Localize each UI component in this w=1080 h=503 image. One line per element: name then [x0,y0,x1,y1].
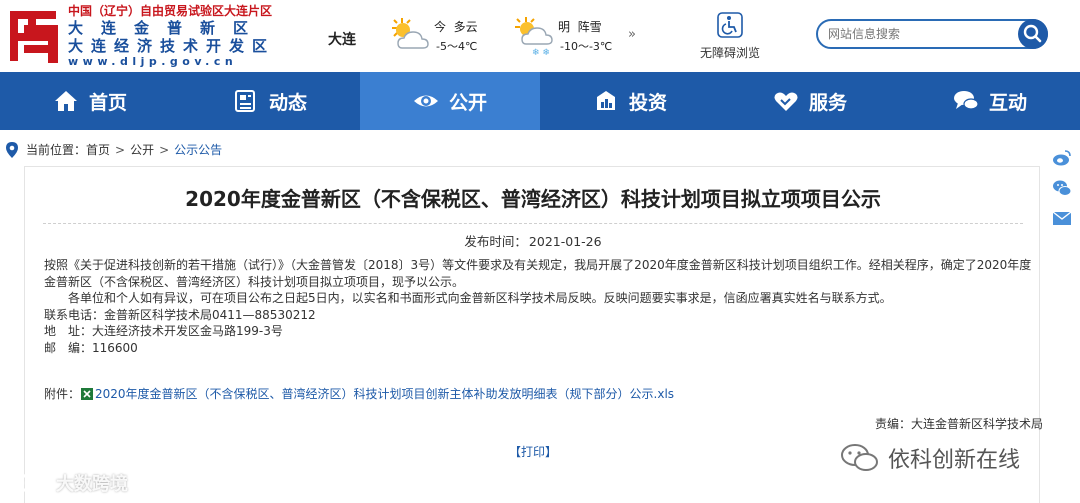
location-pin-icon [6,141,18,158]
nav-interact-label: 互动 [988,91,1027,114]
article-paragraph: 按照《关于促进科技创新的若干措施（试行）》（大金普管发〔2018〕3号）等文件要… [44,258,1032,289]
article-body: 按照《关于促进科技创新的若干措施（试行）》（大金普管发〔2018〕3号）等文件要… [44,257,1034,356]
nav-invest[interactable]: 投资 [540,72,720,130]
contact-postcode: 邮 编：116600 [44,340,138,355]
accessibility-label: 无障碍浏览 [699,46,760,60]
watermark-logo-icon [8,472,46,494]
home-icon [54,91,77,111]
search-input[interactable] [828,25,1018,43]
weather-more-link[interactable]: » [628,27,636,42]
editor-credit: 责编：大连金普新区科学技术局 [874,417,1043,431]
email-icon[interactable] [1052,208,1072,228]
watermark-right-text: 依科创新在线 [888,448,1021,473]
search-button[interactable] [1018,19,1048,49]
weather-city: 大连 [328,32,356,48]
article-title: 2020年度金普新区（不含保税区、普湾经济区）科技计划项目拟立项项目公示 [185,187,881,211]
watermark-left-text: 大数跨境 [56,474,128,495]
watermark-left: 大数跨境 [8,470,128,496]
nav-interact[interactable]: 互动 [900,72,1080,130]
publish-date: 2021-01-26 [528,234,602,249]
snow-shower-icon: ❄ ❄ [515,17,553,56]
publish-label: 发布时间： [464,234,527,249]
weather-tomorrow: ❄ ❄ 明 阵雪 -10～-3℃ [512,14,632,58]
breadcrumb: 当前位置： 首页 > 公开 > 公示公告 [6,141,222,158]
attachment: 附件： 2020年度金普新区（不含保税区、普湾经济区）科技计划项目创新主体补助发… [44,385,674,402]
watermark-right: 依科创新在线 [840,442,1020,474]
handshake-icon [774,92,798,111]
print-link[interactable]: 【打印】 [509,445,557,459]
accessibility-icon [717,12,743,38]
site-url: www.dljp.gov.cn [68,55,238,68]
site-search [816,19,1048,49]
nav-news[interactable]: 动态 [180,72,360,130]
breadcrumb-separator: > [115,142,126,157]
wechat-icon[interactable] [1052,178,1072,198]
weather-tomorrow-temp: -10～-3℃ [560,40,613,53]
breadcrumb-home[interactable]: 首页 [86,141,110,158]
site-name-line2: 大连金普新区 [68,19,267,37]
weather-tomorrow-day: 明 [558,20,571,34]
wechat-logo-icon [841,444,878,471]
site-logo-icon[interactable] [4,5,64,67]
attachment-link[interactable]: 2020年度金普新区（不含保税区、普湾经济区）科技计划项目创新主体补助发放明细表… [95,385,674,402]
nav-home[interactable]: 首页 [0,72,180,130]
nav-invest-label: 投资 [628,91,667,114]
weather-tomorrow-condition: 阵雪 [577,20,602,34]
share-bar [1052,148,1074,238]
attachment-label: 附件： [44,387,81,401]
nav-service-label: 服务 [808,91,847,114]
weather-today: 今 多云 -5～4℃ [388,14,508,58]
site-name-line3: 大连经济技术开发区 [68,37,276,55]
main-nav: 首页 动态 公开 投资 服务 互动 [0,72,1080,130]
contact-phone: 联系电话：金普新区科学技术局0411—88530212 [44,307,316,322]
weather-today-temp: -5～4℃ [436,40,478,53]
search-icon [1023,24,1042,43]
publish-info: 发布时间： 2021-01-26 [25,231,1041,250]
weather-today-day: 今 [434,20,447,34]
site-name-line1: 中国（辽宁）自由贸易试验区大连片区 [68,4,273,18]
chart-icon [596,91,615,110]
article-paragraph: 各单位和个人如有异议，可在项目公布之日起5日内，以实名和书面形式向金普新区科学技… [68,291,892,305]
title-divider [43,223,1023,224]
nav-news-label: 动态 [268,91,307,114]
nav-home-label: 首页 [88,91,127,114]
site-header: 中国（辽宁）自由贸易试验区大连片区 大连金普新区 大连经济技术开发区 www.d… [0,0,1080,72]
eye-icon [413,95,438,107]
contact-address: 地 址：大连经济技术开发区金马路199-3号 [44,324,283,338]
breadcrumb-notices[interactable]: 公示公告 [174,141,222,158]
breadcrumb-prefix: 当前位置： [26,143,87,157]
nav-open[interactable]: 公开 [360,72,540,130]
excel-file-icon [81,387,94,400]
site-name: 中国（辽宁）自由贸易试验区大连片区 大连金普新区 大连经济技术开发区 www.d… [68,4,298,69]
nav-open-label: 公开 [448,91,487,114]
accessibility-button[interactable]: 无障碍浏览 [690,12,770,61]
news-icon [234,90,255,112]
chat-icon [953,91,979,110]
nav-service[interactable]: 服务 [720,72,900,130]
sun-cloud-icon [392,18,429,49]
breadcrumb-open[interactable]: 公开 [130,141,154,158]
weather-today-condition: 多云 [453,20,478,34]
weibo-icon[interactable] [1052,148,1072,168]
breadcrumb-separator: > [159,142,170,157]
svg-text:❄ ❄: ❄ ❄ [532,48,550,56]
